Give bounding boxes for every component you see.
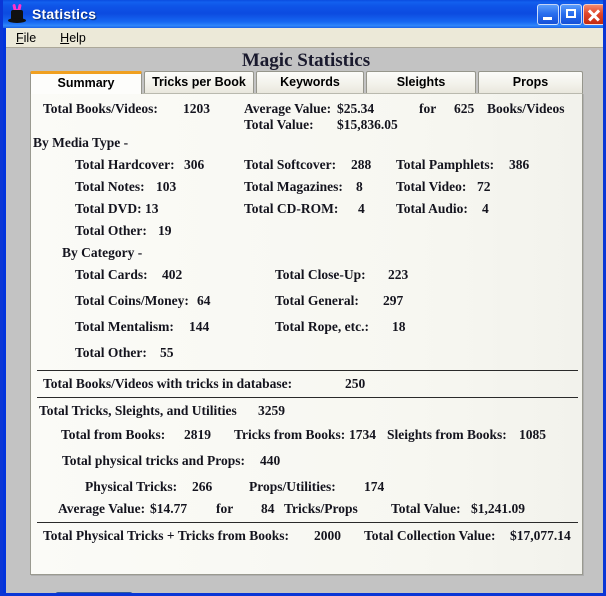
physical-tricks-label: Physical Tricks: — [85, 479, 177, 495]
total-other-media-value: 19 — [158, 223, 172, 239]
total-audio-label: Total Audio: — [396, 201, 468, 217]
physical-tricks-value: 266 — [192, 479, 212, 495]
total-closeup-label: Total Close-Up: — [275, 267, 366, 283]
average-for-unit: Books/Videos — [487, 101, 565, 117]
divider-3 — [37, 522, 578, 523]
average-value: $25.34 — [337, 101, 374, 117]
total-audio-value: 4 — [482, 201, 489, 217]
maximize-icon[interactable] — [560, 4, 582, 25]
total-softcover-label: Total Softcover: — [244, 157, 336, 173]
tab-props[interactable]: Props — [478, 71, 583, 93]
total-general-label: Total General: — [275, 293, 359, 309]
statistics-window: Statistics File Help Magic Statistics Su… — [0, 0, 606, 596]
category-header: By Category - — [62, 245, 142, 261]
average-value-label: Average Value: — [244, 101, 331, 117]
props-for-word: for — [216, 501, 233, 517]
divider-1 — [37, 370, 578, 371]
title-bar[interactable]: Statistics — [3, 0, 606, 28]
total-cards-value: 402 — [162, 267, 182, 283]
props-total-value-label: Total Value: — [391, 501, 461, 517]
client-area: Magic Statistics Summary Tricks per Book… — [6, 48, 606, 593]
minimize-icon[interactable] — [537, 4, 559, 25]
tricks-from-books-label: Tricks from Books: — [234, 427, 345, 443]
magic-hat-bunny-icon — [7, 4, 27, 24]
total-pamphlets-label: Total Pamphlets: — [396, 157, 494, 173]
tricks-from-books-value: 1734 — [349, 427, 376, 443]
sleights-from-books-value: 1085 — [519, 427, 546, 443]
total-dvd-label: Total DVD: — [75, 201, 142, 217]
total-coins-money-value: 64 — [197, 293, 211, 309]
tab-tricks-per-book[interactable]: Tricks per Book — [144, 71, 254, 93]
close-button[interactable]: Close — [55, 592, 133, 596]
close-icon[interactable] — [583, 4, 605, 25]
total-books-videos-value: 1203 — [183, 101, 210, 117]
total-notes-label: Total Notes: — [75, 179, 145, 195]
total-notes-value: 103 — [156, 179, 176, 195]
tricks-sleights-utilities-value: 3259 — [258, 403, 285, 419]
media-type-header: By Media Type - — [33, 135, 128, 151]
sleights-from-books-label: Sleights from Books: — [387, 427, 507, 443]
total-from-books-value: 2819 — [184, 427, 211, 443]
total-mentalism-value: 144 — [189, 319, 209, 335]
total-coins-money-label: Total Coins/Money: — [75, 293, 189, 309]
total-magazines-value: 8 — [356, 179, 363, 195]
total-general-value: 297 — [383, 293, 403, 309]
tricks-sleights-utilities-label: Total Tricks, Sleights, and Utilities — [39, 403, 237, 419]
props-for-unit: Tricks/Props — [284, 501, 358, 517]
books-with-tricks-label: Total Books/Videos with tricks in databa… — [43, 376, 292, 392]
total-pamphlets-value: 386 — [509, 157, 529, 173]
menu-bar: File Help — [6, 28, 606, 48]
menu-item-help[interactable]: Help — [56, 29, 96, 47]
total-hardcover-value: 306 — [184, 157, 204, 173]
props-average-value: $14.77 — [150, 501, 187, 517]
collection-value-label: Total Collection Value: — [364, 528, 496, 544]
total-value: $15,836.05 — [337, 117, 398, 133]
total-other-category-value: 55 — [160, 345, 174, 361]
total-books-videos-label: Total Books/Videos: — [43, 101, 158, 117]
physical-plus-books-value: 2000 — [314, 528, 341, 544]
tab-keywords[interactable]: Keywords — [256, 71, 364, 93]
window-title: Statistics — [32, 6, 536, 22]
total-other-media-label: Total Other: — [75, 223, 147, 239]
divider-2 — [37, 397, 578, 398]
page-title: Magic Statistics — [6, 48, 606, 72]
total-cdrom-label: Total CD-ROM: — [244, 201, 338, 217]
collection-value: $17,077.14 — [510, 528, 571, 544]
tab-summary[interactable]: Summary — [30, 71, 142, 94]
physical-plus-books-label: Total Physical Tricks + Tricks from Book… — [43, 528, 289, 544]
summary-panel: Total Books/Videos: 1203 Average Value: … — [30, 93, 583, 575]
tab-strip: Summary Tricks per Book Keywords Sleight… — [30, 71, 583, 93]
physical-tricks-props-label: Total physical tricks and Props: — [62, 453, 245, 469]
total-rope-value: 18 — [392, 319, 406, 335]
total-from-books-label: Total from Books: — [61, 427, 165, 443]
total-cards-label: Total Cards: — [75, 267, 148, 283]
props-for-count: 84 — [261, 501, 275, 517]
average-for-count: 625 — [454, 101, 474, 117]
props-total-value: $1,241.09 — [471, 501, 525, 517]
total-other-category-label: Total Other: — [75, 345, 147, 361]
props-utilities-label: Props/Utilities: — [249, 479, 336, 495]
books-with-tricks-value: 250 — [345, 376, 365, 392]
total-hardcover-label: Total Hardcover: — [75, 157, 175, 173]
average-for-word: for — [419, 101, 436, 117]
physical-tricks-props-value: 440 — [260, 453, 280, 469]
total-cdrom-value: 4 — [358, 201, 365, 217]
total-closeup-value: 223 — [388, 267, 408, 283]
total-dvd-value: 13 — [145, 201, 159, 217]
total-magazines-label: Total Magazines: — [244, 179, 343, 195]
total-rope-label: Total Rope, etc.: — [275, 319, 369, 335]
total-video-label: Total Video: — [396, 179, 466, 195]
total-value-label: Total Value: — [244, 117, 314, 133]
total-softcover-value: 288 — [351, 157, 371, 173]
tab-sleights[interactable]: Sleights — [366, 71, 476, 93]
props-average-value-label: Average Value: — [58, 501, 145, 517]
total-video-value: 72 — [477, 179, 491, 195]
total-mentalism-label: Total Mentalism: — [75, 319, 174, 335]
props-utilities-value: 174 — [364, 479, 384, 495]
menu-item-file[interactable]: File — [12, 29, 46, 47]
